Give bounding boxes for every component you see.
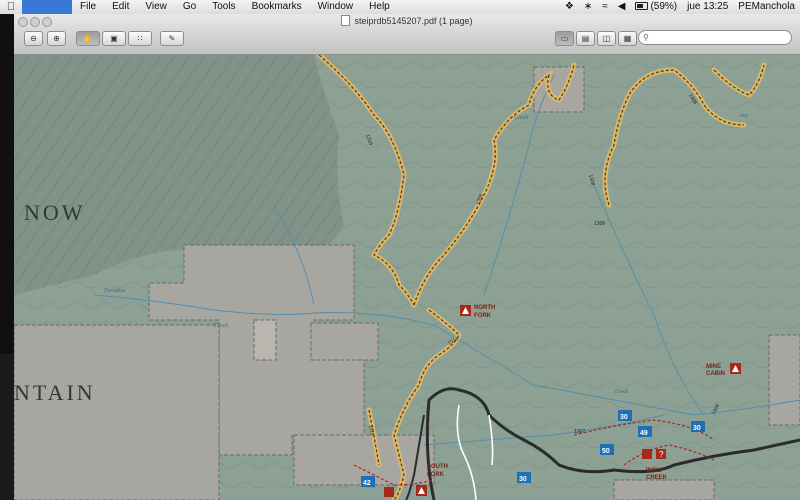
camp-icon: [642, 449, 652, 459]
battery-status[interactable]: (59%): [630, 0, 682, 14]
road-number: 1307: [574, 429, 585, 435]
view-contact-sheet-button[interactable]: ◫: [597, 31, 616, 46]
private-parcel-small: [253, 319, 277, 361]
menu-file[interactable]: File: [72, 0, 104, 14]
battery-percent: (59%): [650, 1, 678, 12]
window-title-text: steiprdb5145207.pdf (1 page): [354, 16, 473, 26]
label-paradise: Paradise: [103, 288, 126, 294]
private-parcel-center: [310, 322, 379, 361]
title-bar: steiprdb5145207.pdf (1 page) ⊖ ⊕ ✋ ▣ ∷ ✎…: [14, 14, 800, 55]
route-shield-label: 30: [620, 414, 628, 421]
label-aux: Aux: [738, 113, 749, 119]
route-shield-label: 30: [693, 425, 701, 432]
route-shield-label: 42: [363, 480, 371, 487]
zoom-out-button[interactable]: ⊖: [24, 31, 43, 46]
user-name[interactable]: PEManchola: [733, 0, 800, 14]
annotate-button[interactable]: ✎: [160, 31, 184, 46]
label-wolf-creek-2: CREEK: [646, 475, 668, 481]
text-tool-button[interactable]: ▣: [102, 31, 126, 46]
menu-go[interactable]: Go: [175, 0, 204, 14]
label-mine-cabin-2: CABIN: [706, 371, 725, 377]
zoom-in-button[interactable]: ⊕: [47, 31, 66, 46]
route-shield-label: 50: [602, 448, 610, 455]
menu-tools[interactable]: Tools: [204, 0, 243, 14]
preview-window: steiprdb5145207.pdf (1 page) ⊖ ⊕ ✋ ▣ ∷ ✎…: [14, 14, 800, 500]
hand-tool-icon: ✋: [83, 34, 93, 43]
zoom-in-icon: ⊕: [53, 34, 60, 43]
battery-icon: [635, 2, 649, 11]
bluetooth-icon[interactable]: ∗: [579, 0, 597, 14]
clock[interactable]: jue 13:25: [682, 0, 733, 14]
menu-window[interactable]: Window: [310, 0, 362, 14]
search-icon: ⚲: [643, 33, 649, 42]
wifi-icon[interactable]: ≈: [597, 0, 613, 14]
question-icon: ?: [659, 450, 664, 459]
volume-icon[interactable]: ◀: [613, 0, 631, 14]
text-select-icon: ▣: [110, 34, 118, 43]
label-north-fork-1: NORTH: [474, 305, 495, 311]
view-two-page-button[interactable]: ▦: [618, 31, 637, 46]
dropbox-icon[interactable]: ❖: [560, 0, 579, 14]
label-south-fork-1: SOUTH: [427, 464, 448, 470]
camp-icon: [384, 487, 394, 497]
menu-view[interactable]: View: [137, 0, 175, 14]
pencil-icon: ✎: [168, 34, 176, 43]
label-creek-1: Creek: [514, 115, 528, 121]
scroll-tool-button[interactable]: ✋: [76, 31, 100, 46]
label-ntain: NTAIN: [14, 380, 96, 405]
apple-menu-icon[interactable]: : [0, 1, 22, 13]
desktop-background: [0, 354, 14, 500]
menu-edit[interactable]: Edit: [104, 0, 137, 14]
label-south-fork-2: FORK: [427, 472, 445, 478]
select-tool-button[interactable]: ∷: [128, 31, 152, 46]
app-menu[interactable]: [22, 0, 72, 14]
pdf-document-icon: [341, 15, 351, 26]
view-thumbnails-button[interactable]: ▤: [576, 31, 595, 46]
menu-bar:  File Edit View Go Tools Bookmarks Wind…: [0, 0, 800, 15]
single-page-icon: ▭: [560, 34, 569, 43]
rect-select-icon: ∷: [137, 34, 143, 43]
two-page-icon: ▦: [623, 34, 632, 43]
pdf-map-view[interactable]: NOW NTAIN Paradise Creek Creek Creek Aux…: [14, 55, 800, 500]
road-number: 1306: [594, 221, 605, 227]
private-parcel-southwest: [14, 324, 220, 500]
label-mine-cabin-1: MINE: [706, 364, 721, 370]
topographic-map: NOW NTAIN Paradise Creek Creek Creek Aux…: [14, 55, 800, 500]
window-title: steiprdb5145207.pdf (1 page): [14, 15, 800, 26]
label-creek-2: Creek: [614, 389, 628, 395]
search-field[interactable]: ⚲: [638, 30, 792, 45]
menu-bookmarks[interactable]: Bookmarks: [244, 0, 310, 14]
private-parcel-east: [768, 334, 800, 426]
route-shield-label: 30: [519, 476, 527, 483]
zoom-out-icon: ⊖: [30, 34, 37, 43]
view-single-button[interactable]: ▭: [555, 31, 574, 46]
thumbnails-icon: ▤: [581, 34, 590, 43]
private-parcel-north: [533, 66, 585, 113]
sidebar-icon: ◫: [602, 34, 611, 43]
background-window-edge: [0, 14, 14, 354]
route-shield-label: 49: [640, 430, 648, 437]
menu-help[interactable]: Help: [361, 0, 398, 14]
label-now: NOW: [24, 200, 86, 225]
label-north-fork-2: FORK: [474, 313, 492, 319]
status-area: ❖ ∗ ≈ ◀ (59%) jue 13:25 PEManchola: [560, 0, 800, 14]
label-creek-3: Creek: [214, 323, 228, 329]
label-wolf-creek-1: WOLF: [646, 468, 664, 474]
private-parcel-southeast: [613, 479, 715, 500]
